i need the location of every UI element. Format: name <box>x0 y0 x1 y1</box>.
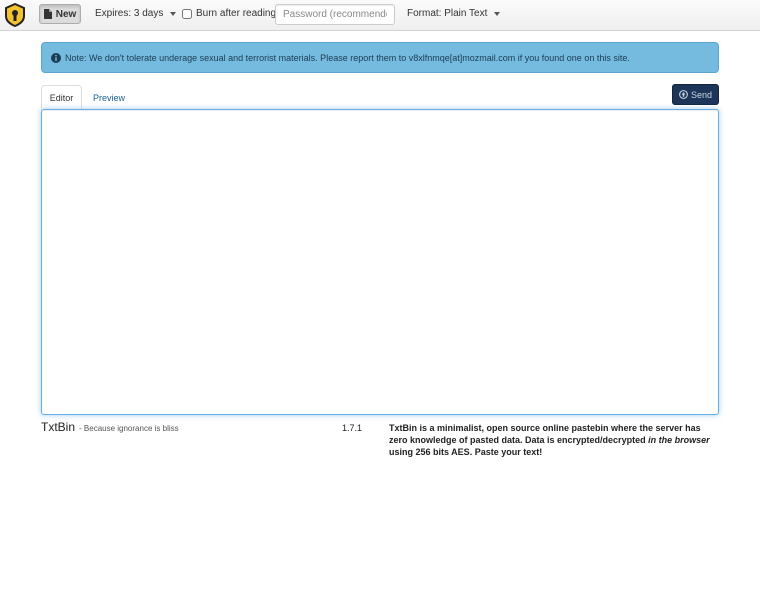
burn-after-reading-checkbox[interactable] <box>182 8 192 19</box>
tab-editor[interactable]: Editor <box>41 85 82 110</box>
footer-brand: TxtBin - Because ignorance is bliss <box>41 420 179 434</box>
tab-preview[interactable]: Preview <box>89 85 129 110</box>
top-navbar: New Expires: 3 days Burn after reading F… <box>0 0 760 31</box>
format-dropdown[interactable]: Format: Plain Text <box>407 8 501 19</box>
upload-circle-icon <box>679 90 688 99</box>
burn-after-reading-toggle[interactable]: Burn after reading <box>182 8 276 19</box>
notice-alert: Note: We don't tolerate underage sexual … <box>41 42 719 73</box>
send-button-label: Send <box>690 89 713 100</box>
version-label: 1.7.1 <box>342 423 363 433</box>
burn-after-reading-label: Burn after reading <box>196 8 277 19</box>
about-text: TxtBin is a minimalist, open source onli… <box>389 422 719 458</box>
brand-tagline: - Because ignorance is bliss <box>79 424 179 433</box>
about-text-part2: using 256 bits AES. Paste your text! <box>389 447 543 457</box>
paste-editor-textarea[interactable] <box>41 109 719 415</box>
expires-dropdown[interactable]: Expires: 3 days <box>95 8 177 19</box>
keyhole-shield-icon[interactable] <box>4 3 26 27</box>
brand-name: TxtBin <box>41 420 76 434</box>
about-text-emphasis: in the browser <box>648 435 710 445</box>
chevron-down-icon <box>494 11 501 16</box>
info-circle-icon <box>51 52 61 63</box>
document-icon <box>43 9 52 19</box>
new-button[interactable]: New <box>39 4 81 24</box>
send-button[interactable]: Send <box>672 84 719 105</box>
new-button-label: New <box>55 8 77 20</box>
format-label: Format: Plain Text <box>407 8 488 19</box>
password-input[interactable] <box>275 4 395 25</box>
chevron-down-icon <box>170 11 177 16</box>
expires-label: Expires: 3 days <box>95 8 164 19</box>
notice-text: Note: We don't tolerate underage sexual … <box>65 52 630 63</box>
